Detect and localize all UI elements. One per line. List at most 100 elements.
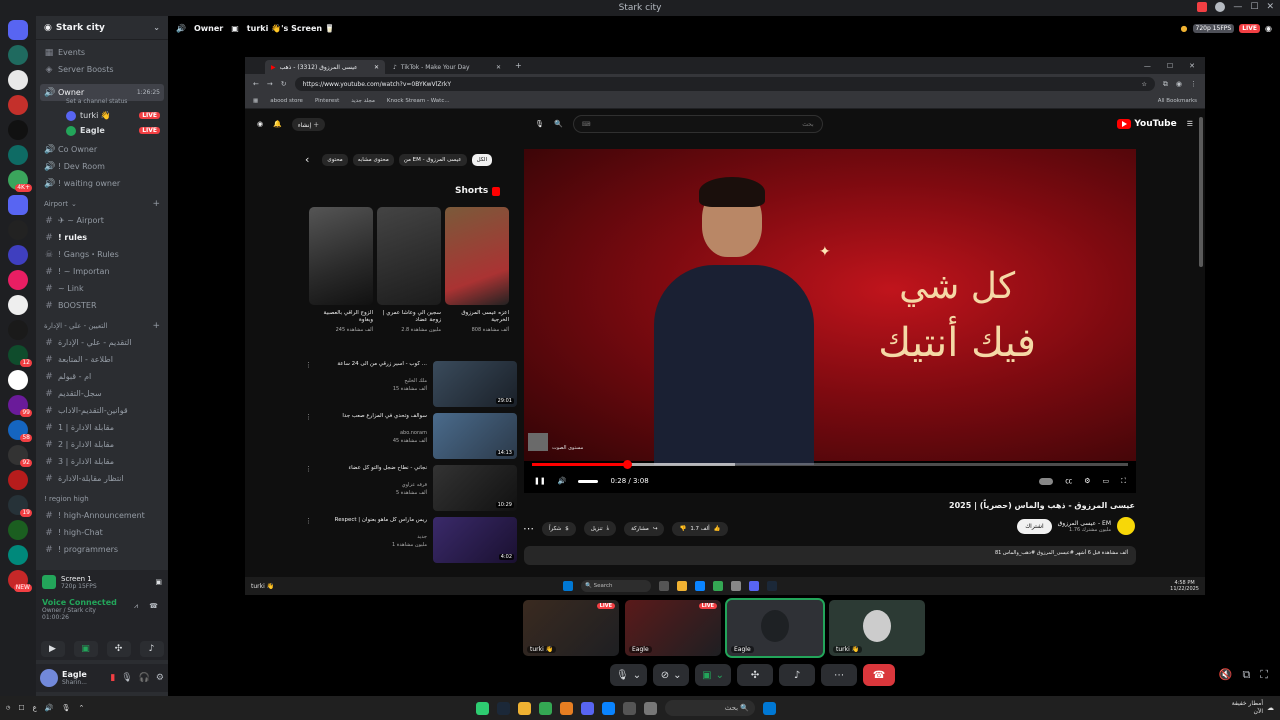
edge-icon[interactable] <box>602 701 615 715</box>
download-button[interactable]: تنزيل ⤓ <box>583 521 617 536</box>
text-channel[interactable]: ☠ ! Gangs・Rules <box>36 246 168 263</box>
dislike-icon[interactable]: 👎 <box>679 526 686 532</box>
server-icon[interactable] <box>8 220 28 240</box>
start-icon[interactable] <box>763 701 776 715</box>
settings-icon[interactable]: ⚙ <box>156 673 164 683</box>
server-icon[interactable] <box>8 45 28 65</box>
close-button[interactable]: ✕ <box>1189 62 1195 70</box>
chip[interactable]: من EM - عيسى المرزوق <box>398 153 467 166</box>
chip[interactable]: محتوى مشابه <box>352 153 394 166</box>
notifications-icon[interactable]: 🔔 <box>273 120 282 128</box>
weather-widget[interactable]: أمطار خفيفة الآن <box>1232 700 1263 716</box>
server-icon[interactable] <box>8 295 28 315</box>
language-icon[interactable]: ع <box>33 704 37 712</box>
search-input[interactable]: ⌨ بحث <box>572 115 823 133</box>
bookmark[interactable]: abood store <box>270 98 303 104</box>
more-icon[interactable]: ⋯ <box>523 522 534 535</box>
folder-icon[interactable] <box>518 701 531 715</box>
server-icon[interactable]: NEW <box>8 570 32 592</box>
more-icon[interactable]: ⋮ <box>305 361 312 411</box>
server-icon[interactable] <box>8 320 28 340</box>
steam-icon[interactable] <box>767 581 777 591</box>
settings-icon[interactable]: ⚙ <box>1084 477 1090 485</box>
server-icon[interactable] <box>8 520 28 540</box>
video-icon[interactable]: ▮ <box>110 673 115 683</box>
inbox-icon[interactable] <box>1197 2 1208 12</box>
short-card[interactable]: الزوج الراقي بالعصبية وبغاوة 245 ألف مشاه… <box>309 207 373 333</box>
server-icon[interactable]: 19 <box>8 495 32 517</box>
participant-tile[interactable]: turki 👋 <box>829 600 925 656</box>
browser-tab[interactable]: ♪ TikTok - Make Your Day ✕ <box>387 60 507 74</box>
user-icon[interactable]: ◉ <box>1265 24 1272 33</box>
category-airport[interactable]: Airport ⌄ + <box>36 196 168 212</box>
text-channel[interactable]: # ! rules <box>36 229 168 246</box>
server-icon[interactable]: 99 <box>8 395 32 417</box>
text-channel[interactable]: # ! programmers <box>36 541 168 558</box>
address-bar[interactable]: https://www.youtube.com/watch?v=0BYKwVlZ… <box>294 77 1155 91</box>
avatar[interactable]: ◉ <box>257 120 263 128</box>
mute-stream-icon[interactable]: 🔇 <box>1219 668 1233 682</box>
voice-search-icon[interactable]: 🎙 <box>535 120 544 128</box>
more-icon[interactable]: ⋮ <box>305 465 312 515</box>
star-icon[interactable]: ☆ <box>1142 81 1147 88</box>
more-button[interactable]: ⋯ <box>821 664 858 686</box>
voice-member[interactable]: turki 👋 LIVE <box>36 108 168 123</box>
server-icon[interactable]: 12 <box>8 345 32 367</box>
all-bookmarks[interactable]: All Bookmarks <box>1158 98 1197 104</box>
add-channel-icon[interactable]: + <box>152 199 160 209</box>
video-channel[interactable]: قرقه عزاوي <box>317 482 427 488</box>
camera-button[interactable]: ⊘ ⌄ <box>653 664 690 686</box>
autoplay-toggle[interactable] <box>1039 477 1054 485</box>
app-icon[interactable] <box>476 701 489 715</box>
short-card[interactable]: أعزه عيسى المرزوق الخرجية 808 ألف مشاهدة <box>445 207 509 333</box>
voice-channel-path[interactable]: Owner / Stark city <box>42 607 162 614</box>
menu-icon[interactable]: ⋮ <box>1190 80 1197 88</box>
bookmark[interactable]: Pinterest <box>315 98 339 104</box>
short-title[interactable]: سجين الي وعاشا عمري | زوجة عضاد <box>377 310 441 325</box>
steam-icon[interactable] <box>497 701 510 715</box>
app-icon[interactable] <box>644 701 657 715</box>
subscribe-button[interactable]: اشتراك <box>1017 518 1052 534</box>
recommended-video[interactable]: ⋮ سوالف وتحدي في المزارع صعب جداً abo.nor… <box>305 413 517 463</box>
video-channel[interactable]: جديد <box>317 534 427 540</box>
text-channel[interactable]: # انتظار مقابلة-الادارة <box>36 470 168 487</box>
category-region[interactable]: ! region high <box>36 491 168 507</box>
server-icon[interactable] <box>8 95 28 115</box>
video-frame[interactable]: ✦ كل شي فيك أنتيك مستوى الصوت <box>524 149 1136 465</box>
fullscreen-icon[interactable]: ⛶ <box>1260 668 1268 682</box>
close-tab-icon[interactable]: ✕ <box>496 64 501 71</box>
bookmark[interactable]: Knock Stream - Watc... <box>387 98 450 104</box>
soundboard-button[interactable]: ♪ <box>779 664 816 686</box>
server-icon[interactable] <box>8 270 28 290</box>
server-icon[interactable]: 4K+ <box>8 170 32 192</box>
description-box[interactable]: 81 ألف مشاهدة قبل 6 أشهر #عيسى_المرزوق #… <box>524 546 1136 565</box>
video-title[interactable]: Respect | ريس ماراس كل ماهو بعنوان <box>317 517 427 531</box>
server-icon[interactable]: 58 <box>8 420 32 442</box>
help-icon[interactable] <box>1215 2 1226 12</box>
channel-watermark[interactable]: مستوى الصوت <box>528 433 583 451</box>
chevron-up-icon[interactable]: ⌃ <box>78 704 84 712</box>
video-title[interactable]: نجاني - نطاح ضجل والتو كل عضاء <box>317 465 427 479</box>
username[interactable]: Eagle <box>62 670 87 679</box>
server-icon[interactable] <box>8 545 28 565</box>
camera-icon[interactable]: ▶ <box>40 641 65 657</box>
taskbar-search[interactable]: 🔍 Search <box>581 580 651 592</box>
new-tab-icon[interactable]: + <box>509 61 522 70</box>
short-thumbnail[interactable] <box>377 207 441 305</box>
reload-icon[interactable]: ↻ <box>281 80 287 88</box>
mic-icon[interactable]: 🎙 <box>121 673 132 683</box>
participant-tile[interactable]: LIVE turki 👋 <box>523 600 619 656</box>
text-channel[interactable]: #3 | مقابلة الادارة <box>36 453 168 470</box>
close-tab-icon[interactable]: ✕ <box>374 64 379 71</box>
edge-icon[interactable] <box>695 581 705 591</box>
browser-tab[interactable]: ▶ عيسى المرزوق (3312) - ذهب ✕ <box>265 60 385 74</box>
app-icon[interactable] <box>731 581 741 591</box>
mic-icon[interactable]: 🎙 <box>62 704 71 712</box>
voice-status[interactable]: Voice Connected <box>42 598 162 607</box>
theater-icon[interactable]: ▭ <box>1102 477 1109 485</box>
recommended-video[interactable]: ⋮ كوب - أسير زرقي من الى 24 ساعة ... ملك … <box>305 361 517 411</box>
category-arabic[interactable]: التعيين - علي - الإدارة + <box>36 318 168 334</box>
video-channel[interactable]: ملك الخليج <box>317 378 427 384</box>
back-icon[interactable]: ← <box>253 80 259 88</box>
close-button[interactable]: ✕ <box>1266 2 1274 12</box>
